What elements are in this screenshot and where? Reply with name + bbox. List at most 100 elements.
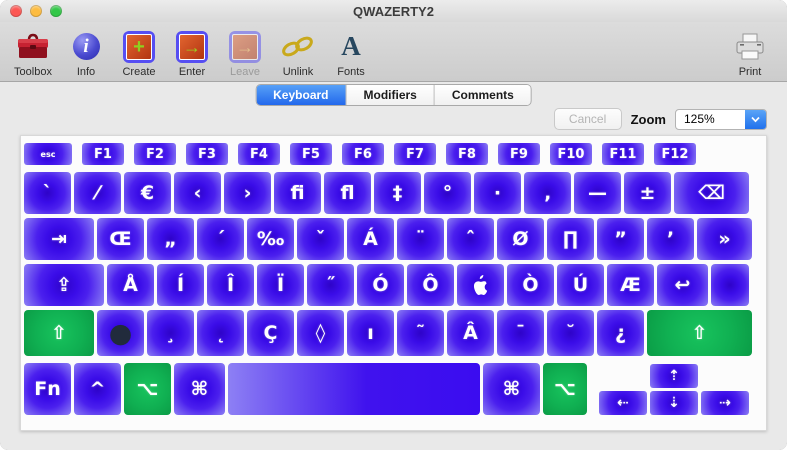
key-f5[interactable]: F5 bbox=[290, 143, 332, 165]
close-button[interactable] bbox=[10, 5, 22, 17]
key-arrow-up[interactable]: ⇡ bbox=[650, 364, 698, 388]
key-diaeresis[interactable]: ¨ bbox=[397, 218, 444, 260]
minimize-button[interactable] bbox=[30, 5, 42, 17]
key-f12[interactable]: F12 bbox=[654, 143, 696, 165]
key-arrow-down[interactable]: ⇣ bbox=[650, 391, 698, 415]
key-right-single-quote[interactable]: ’ bbox=[647, 218, 694, 260]
key-backspace[interactable]: ⌫ bbox=[674, 172, 749, 214]
key-option-left[interactable]: ⌥ bbox=[124, 363, 171, 415]
key-fi-ligature[interactable]: fi bbox=[274, 172, 321, 214]
key-f6[interactable]: F6 bbox=[342, 143, 384, 165]
key-f2[interactable]: F2 bbox=[134, 143, 176, 165]
key-shift-left[interactable]: ⇧ bbox=[24, 310, 94, 356]
key-command-right[interactable]: ⌘ bbox=[483, 363, 540, 415]
key-arrow-right[interactable]: ⇢ bbox=[701, 391, 749, 415]
key-f1[interactable]: F1 bbox=[82, 143, 124, 165]
key-i-acute[interactable]: Í bbox=[157, 264, 204, 306]
key-macron[interactable]: ¯ bbox=[497, 310, 544, 356]
key-a-circumflex[interactable]: Â bbox=[447, 310, 494, 356]
key-ae-ligature[interactable]: Æ bbox=[607, 264, 654, 306]
key-dotless-i[interactable]: ı bbox=[347, 310, 394, 356]
key-small-tilde[interactable]: ˜ bbox=[397, 310, 444, 356]
key-fn[interactable]: Fn bbox=[24, 363, 71, 415]
key-a-ring[interactable]: Å bbox=[107, 264, 154, 306]
tab-comments[interactable]: Comments bbox=[435, 85, 531, 105]
print-icon bbox=[734, 28, 766, 65]
leave-label: Leave bbox=[230, 66, 260, 78]
key-black-circle[interactable]: ● bbox=[97, 310, 144, 356]
key-euro[interactable]: € bbox=[124, 172, 171, 214]
key-circumflex[interactable]: ˆ bbox=[447, 218, 494, 260]
key-middle-dot[interactable]: · bbox=[474, 172, 521, 214]
key-double-dagger[interactable]: ‡ bbox=[374, 172, 421, 214]
key-ogonek[interactable]: ˛ bbox=[197, 310, 244, 356]
key-caron[interactable]: ˇ bbox=[297, 218, 344, 260]
key-caps-lock[interactable]: ⇪ bbox=[24, 264, 104, 306]
chevron-down-icon[interactable] bbox=[745, 110, 766, 129]
key-blank[interactable] bbox=[711, 264, 749, 306]
toolbox-button[interactable]: Toolbox bbox=[12, 28, 54, 78]
key-o-acute[interactable]: Ó bbox=[357, 264, 404, 306]
key-arrow-left[interactable]: ⇠ bbox=[599, 391, 647, 415]
key-f10[interactable]: F10 bbox=[550, 143, 592, 165]
key-o-circumflex[interactable]: Ô bbox=[407, 264, 454, 306]
key-tab[interactable]: ⇥ bbox=[24, 218, 94, 260]
key-f3[interactable]: F3 bbox=[186, 143, 228, 165]
key-o-stroke[interactable]: Ø bbox=[497, 218, 544, 260]
tab-keyboard[interactable]: Keyboard bbox=[256, 85, 346, 105]
info-button[interactable]: i Info bbox=[65, 28, 107, 78]
zoom-controls: Cancel Zoom 125% bbox=[554, 108, 767, 130]
key-double-low-quote[interactable]: „ bbox=[147, 218, 194, 260]
key-cedilla[interactable]: ¸ bbox=[147, 310, 194, 356]
key-grave[interactable]: ` bbox=[24, 172, 71, 214]
key-single-low-quote[interactable]: ‚ bbox=[524, 172, 571, 214]
key-o-grave[interactable]: Ò bbox=[507, 264, 554, 306]
key-fl-ligature[interactable]: fl bbox=[324, 172, 371, 214]
key-a-acute[interactable]: Á bbox=[347, 218, 394, 260]
key-product-sign[interactable]: ∏ bbox=[547, 218, 594, 260]
key-escape[interactable]: esc bbox=[24, 143, 72, 165]
key-left-angle-quote[interactable]: ‹ bbox=[174, 172, 221, 214]
fonts-button[interactable]: A Fonts bbox=[330, 28, 372, 78]
key-control[interactable]: ^ bbox=[74, 363, 121, 415]
info-icon: i bbox=[73, 28, 100, 65]
key-right-angle-quote[interactable]: › bbox=[224, 172, 271, 214]
key-space[interactable] bbox=[228, 363, 480, 415]
key-f8[interactable]: F8 bbox=[446, 143, 488, 165]
key-degree[interactable]: ° bbox=[424, 172, 471, 214]
key-right-double-quote[interactable]: ” bbox=[597, 218, 644, 260]
enter-button[interactable]: → Enter bbox=[171, 28, 213, 78]
zoom-select[interactable]: 125% bbox=[675, 109, 767, 130]
key-f9[interactable]: F9 bbox=[498, 143, 540, 165]
key-i-circumflex[interactable]: Î bbox=[207, 264, 254, 306]
key-option-right[interactable]: ⌥ bbox=[543, 363, 587, 415]
cancel-button[interactable]: Cancel bbox=[554, 108, 622, 130]
key-apple-logo[interactable] bbox=[457, 264, 504, 306]
key-oe-ligature[interactable]: Œ bbox=[97, 218, 144, 260]
key-f7[interactable]: F7 bbox=[394, 143, 436, 165]
key-f4[interactable]: F4 bbox=[238, 143, 280, 165]
zoom-window-button[interactable] bbox=[50, 5, 62, 17]
key-c-cedilla[interactable]: Ç bbox=[247, 310, 294, 356]
key-double-acute[interactable]: ˝ bbox=[307, 264, 354, 306]
unlink-button[interactable]: Unlink bbox=[277, 28, 319, 78]
key-command-left[interactable]: ⌘ bbox=[174, 363, 225, 415]
key-fraction-slash[interactable]: ⁄ bbox=[74, 172, 121, 214]
key-f11[interactable]: F11 bbox=[602, 143, 644, 165]
key-right-guillemet[interactable]: » bbox=[697, 218, 752, 260]
key-acute-accent[interactable]: ´ bbox=[197, 218, 244, 260]
key-em-dash[interactable]: — bbox=[574, 172, 621, 214]
key-shift-right[interactable]: ⇧ bbox=[647, 310, 752, 356]
create-button[interactable]: + Create bbox=[118, 28, 160, 78]
key-breve[interactable]: ˘ bbox=[547, 310, 594, 356]
print-button[interactable]: Print bbox=[729, 28, 771, 78]
key-plus-minus[interactable]: ± bbox=[624, 172, 671, 214]
key-lozenge[interactable]: ◊ bbox=[297, 310, 344, 356]
key-i-diaeresis[interactable]: Ï bbox=[257, 264, 304, 306]
key-inverted-question[interactable]: ¿ bbox=[597, 310, 644, 356]
tab-modifiers[interactable]: Modifiers bbox=[347, 85, 435, 105]
key-return[interactable]: ↩ bbox=[657, 264, 708, 306]
key-u-acute[interactable]: Ú bbox=[557, 264, 604, 306]
leave-button[interactable]: → Leave bbox=[224, 28, 266, 78]
key-per-mille[interactable]: ‰ bbox=[247, 218, 294, 260]
